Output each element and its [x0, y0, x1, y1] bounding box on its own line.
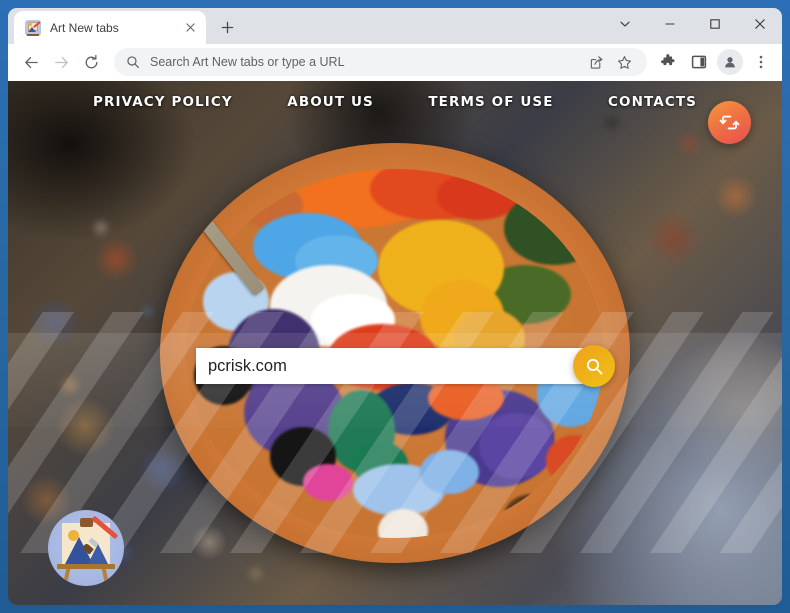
search-input[interactable]: [196, 348, 594, 384]
browser-toolbar: Search Art New tabs or type a URL: [8, 44, 782, 81]
browser-tab[interactable]: Art New tabs: [14, 11, 206, 44]
nav-link-about-us[interactable]: ABOUT US: [287, 94, 374, 110]
toolbar-right-actions: [653, 47, 776, 77]
tab-title: Art New tabs: [50, 20, 119, 35]
side-panel-icon[interactable]: [684, 47, 714, 77]
close-icon[interactable]: [737, 8, 782, 40]
nav-link-terms-of-use[interactable]: TERMS OF USE: [428, 94, 553, 110]
nav-link-privacy-policy[interactable]: PRIVACY POLICY: [93, 94, 233, 110]
share-icon[interactable]: [583, 49, 609, 75]
browser-window: Art New tabs Search Art New tabs or type…: [8, 8, 782, 605]
puzzle-icon[interactable]: [653, 47, 683, 77]
close-icon[interactable]: [182, 20, 198, 36]
search-button[interactable]: [573, 345, 615, 387]
back-arrow-icon[interactable]: [16, 47, 46, 77]
star-icon[interactable]: [611, 49, 637, 75]
omnibox-placeholder: Search Art New tabs or type a URL: [150, 55, 345, 69]
art-easel-logo[interactable]: [48, 510, 124, 586]
search-icon: [126, 55, 140, 69]
page-viewport: PRIVACY POLICY ABOUT US TERMS OF USE CON…: [8, 81, 782, 605]
nav-link-contacts[interactable]: CONTACTS: [608, 94, 697, 110]
chevron-down-icon[interactable]: [602, 8, 647, 40]
maximize-icon[interactable]: [692, 8, 737, 40]
art-easel-favicon: [25, 19, 41, 36]
site-search: [196, 345, 615, 387]
three-dot-menu-icon[interactable]: [746, 47, 776, 77]
forward-arrow-icon: [46, 47, 76, 77]
tab-strip: Art New tabs: [8, 8, 782, 44]
new-tab-button[interactable]: [213, 13, 241, 41]
omnibox-actions: [583, 49, 637, 75]
profile-avatar-icon[interactable]: [717, 49, 743, 75]
site-nav: PRIVACY POLICY ABOUT US TERMS OF USE CON…: [8, 94, 782, 110]
address-bar[interactable]: Search Art New tabs or type a URL: [114, 48, 647, 76]
browser-window-frame: Art New tabs Search Art New tabs or type…: [0, 0, 790, 613]
refresh-arrows-icon[interactable]: [708, 101, 751, 144]
minimize-icon[interactable]: [647, 8, 692, 40]
window-controls: [602, 8, 782, 44]
reload-icon[interactable]: [76, 47, 106, 77]
search-icon: [586, 358, 602, 374]
